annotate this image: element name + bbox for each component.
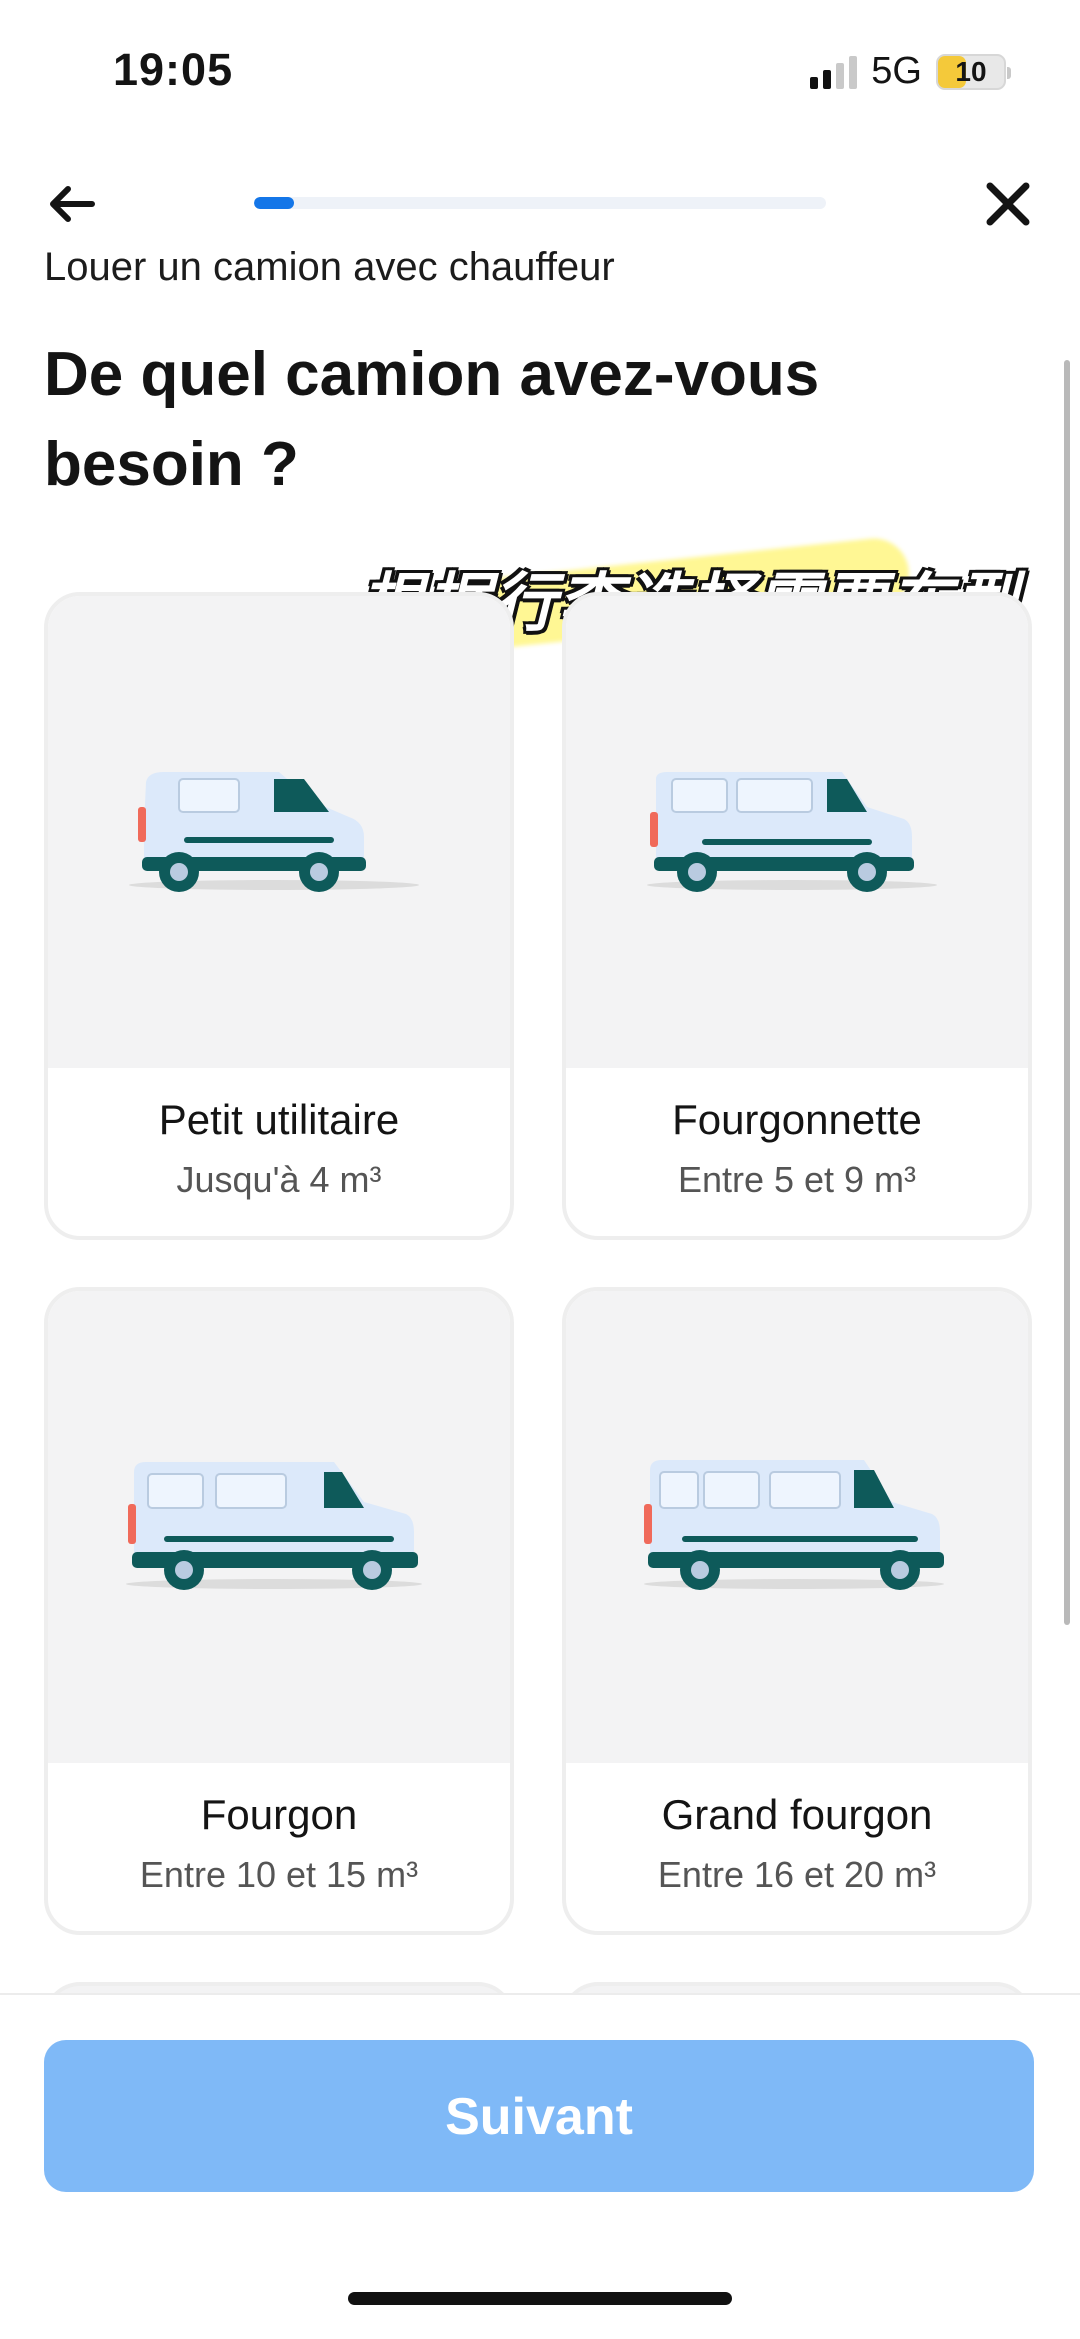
network-type: 5G: [871, 50, 922, 92]
scrollbar[interactable]: [1064, 360, 1070, 1625]
battery-level: 10: [955, 55, 987, 87]
next-button[interactable]: Suivant: [44, 2040, 1034, 2192]
vehicle-card-fourgonnette[interactable]: Fourgonnette Entre 5 et 9 m³: [562, 592, 1032, 1240]
vehicle-image: [566, 1291, 1028, 1763]
vehicle-card-grand-fourgon[interactable]: Grand fourgon Entre 16 et 20 m³: [562, 1287, 1032, 1935]
page-title: De quel camion avez-vous besoin ?: [44, 340, 820, 499]
vehicle-image: [48, 596, 510, 1068]
vehicle-name: Fourgonnette: [672, 1096, 922, 1143]
fourgonnette-icon: [647, 772, 937, 892]
vehicle-image: [566, 596, 1028, 1068]
progress-bar: [254, 197, 826, 209]
back-button[interactable]: [44, 176, 100, 232]
vehicle-card-fourgon[interactable]: Fourgon Entre 10 et 15 m³: [44, 1287, 514, 1935]
back-arrow-icon: [50, 186, 95, 222]
vehicle-card-petit-utilitaire[interactable]: Petit utilitaire Jusqu'à 4 m³: [44, 592, 514, 1240]
battery-icon: 10: [936, 53, 1011, 90]
grand-fourgon-icon: [644, 1460, 944, 1590]
vehicle-name: Grand fourgon: [661, 1791, 933, 1838]
signal-icon: [810, 55, 858, 89]
flow-subtitle: Louer un camion avec chauffeur: [44, 245, 615, 289]
status-icons: 5G 10: [810, 50, 1011, 93]
fourgon-icon: [126, 1462, 422, 1590]
vehicle-name: Fourgon: [200, 1791, 358, 1838]
vehicle-capacity: Entre 10 et 15 m³: [139, 1854, 419, 1895]
close-button[interactable]: [980, 176, 1036, 232]
vehicle-capacity: Entre 16 et 20 m³: [657, 1854, 937, 1895]
vehicle-capacity: Entre 5 et 9 m³: [677, 1159, 917, 1200]
vehicle-capacity: Jusqu'à 4 m³: [176, 1159, 382, 1200]
home-indicator[interactable]: [348, 2292, 732, 2305]
progress-fill: [254, 197, 295, 209]
small-van-icon: [129, 772, 419, 892]
close-icon: [986, 182, 1030, 226]
vehicle-name: Petit utilitaire: [158, 1096, 400, 1143]
status-time: 19:05: [113, 44, 234, 95]
vehicle-image: [48, 1291, 510, 1763]
